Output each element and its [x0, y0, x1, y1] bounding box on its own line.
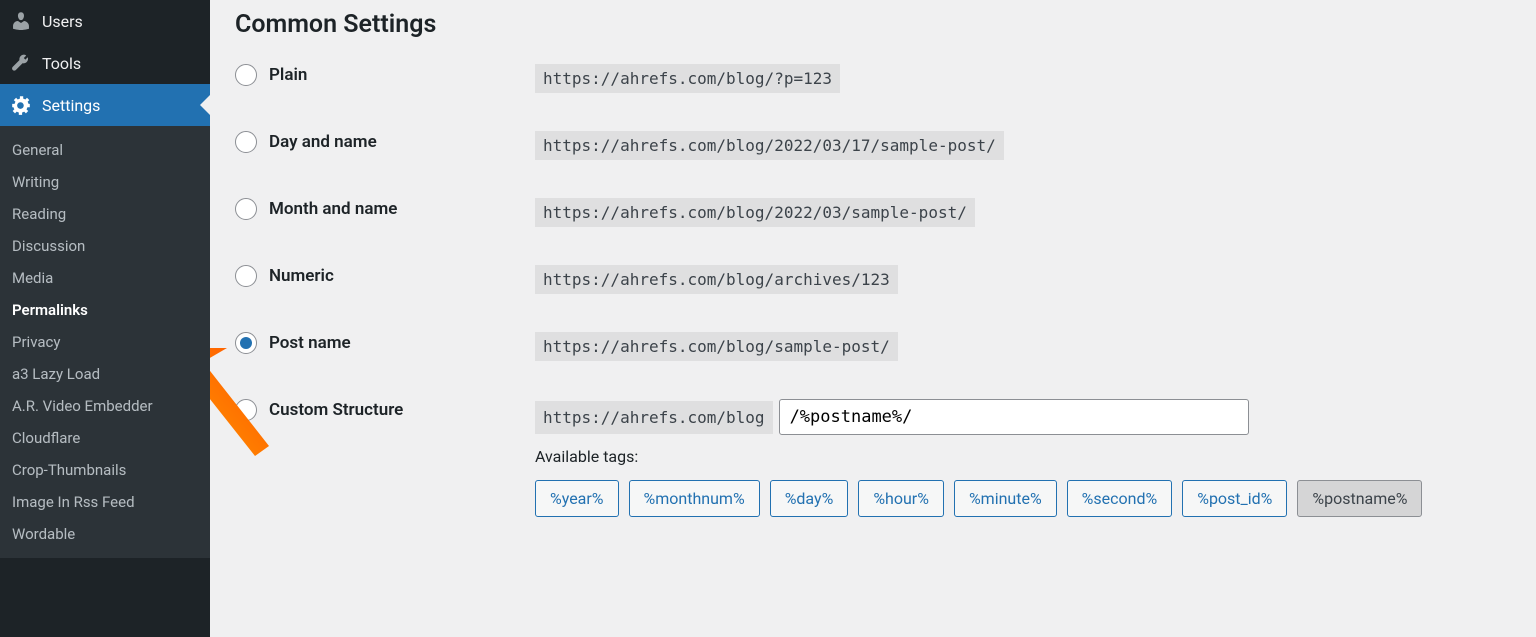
tag-minute[interactable]: %minute%	[954, 480, 1057, 517]
submenu-item-permalinks[interactable]: Permalinks	[0, 294, 210, 326]
menu-item-users[interactable]: Users	[0, 0, 210, 42]
radio-plain[interactable]	[235, 64, 257, 86]
submenu-item-crop-thumbnails[interactable]: Crop-Thumbnails	[0, 454, 210, 486]
tag-day[interactable]: %day%	[770, 480, 849, 517]
submenu-item-wordable[interactable]: Wordable	[0, 518, 210, 550]
radio-custom-structure[interactable]	[235, 399, 257, 421]
tag-second[interactable]: %second%	[1067, 480, 1173, 517]
submenu-item-image-in-rss-feed[interactable]: Image In Rss Feed	[0, 486, 210, 518]
radio-post-name[interactable]	[235, 332, 257, 354]
main-content: Common Settings Plain https://ahrefs.com…	[210, 0, 1536, 637]
radio-day-and-name[interactable]	[235, 131, 257, 153]
option-label: Custom Structure	[269, 400, 403, 420]
submenu-item-cloudflare[interactable]: Cloudflare	[0, 422, 210, 454]
option-label: Post name	[269, 333, 351, 353]
menu-label: Tools	[42, 54, 81, 73]
option-numeric: Numeric https://ahrefs.com/blog/archives…	[235, 265, 1511, 294]
radio-numeric[interactable]	[235, 265, 257, 287]
admin-sidebar: Users Tools Settings General Writing Rea…	[0, 0, 210, 637]
option-post-name: Post name https://ahrefs.com/blog/sample…	[235, 332, 1511, 361]
tag-hour[interactable]: %hour%	[858, 480, 944, 517]
url-example: https://ahrefs.com/blog/sample-post/	[535, 332, 898, 361]
menu-label: Users	[42, 12, 83, 31]
tools-icon	[10, 52, 32, 74]
tag-postname[interactable]: %postname%	[1297, 480, 1422, 517]
url-example: https://ahrefs.com/blog/2022/03/sample-p…	[535, 198, 975, 227]
settings-submenu: General Writing Reading Discussion Media…	[0, 126, 210, 558]
option-label: Numeric	[269, 266, 334, 286]
section-title: Common Settings	[235, 10, 1511, 39]
radio-month-and-name[interactable]	[235, 198, 257, 220]
custom-base-url: https://ahrefs.com/blog	[535, 401, 773, 434]
menu-label: Settings	[42, 96, 100, 115]
menu-item-tools[interactable]: Tools	[0, 42, 210, 84]
submenu-item-general[interactable]: General	[0, 134, 210, 166]
submenu-item-a3-lazy-load[interactable]: a3 Lazy Load	[0, 358, 210, 390]
users-icon	[10, 10, 32, 32]
tag-post-id[interactable]: %post_id%	[1182, 480, 1287, 517]
custom-structure-input[interactable]	[779, 399, 1249, 435]
option-label: Month and name	[269, 199, 397, 219]
available-tags-label: Available tags:	[535, 447, 1511, 466]
option-label: Day and name	[269, 132, 377, 152]
url-example: https://ahrefs.com/blog/?p=123	[535, 64, 840, 93]
option-day-and-name: Day and name https://ahrefs.com/blog/202…	[235, 131, 1511, 160]
available-tags: %year% %monthnum% %day% %hour% %minute% …	[535, 480, 1511, 517]
menu-item-settings[interactable]: Settings	[0, 84, 210, 126]
submenu-item-writing[interactable]: Writing	[0, 166, 210, 198]
tag-monthnum[interactable]: %monthnum%	[629, 480, 760, 517]
url-example: https://ahrefs.com/blog/2022/03/17/sampl…	[535, 131, 1004, 160]
option-custom-structure: Custom Structure https://ahrefs.com/blog…	[235, 399, 1511, 517]
submenu-item-media[interactable]: Media	[0, 262, 210, 294]
option-month-and-name: Month and name https://ahrefs.com/blog/2…	[235, 198, 1511, 227]
tag-year[interactable]: %year%	[535, 480, 619, 517]
submenu-item-ar-video-embedder[interactable]: A.R. Video Embedder	[0, 390, 210, 422]
url-example: https://ahrefs.com/blog/archives/123	[535, 265, 898, 294]
submenu-item-discussion[interactable]: Discussion	[0, 230, 210, 262]
settings-icon	[10, 94, 32, 116]
option-plain: Plain https://ahrefs.com/blog/?p=123	[235, 64, 1511, 93]
submenu-item-privacy[interactable]: Privacy	[0, 326, 210, 358]
submenu-item-reading[interactable]: Reading	[0, 198, 210, 230]
option-label: Plain	[269, 65, 307, 85]
